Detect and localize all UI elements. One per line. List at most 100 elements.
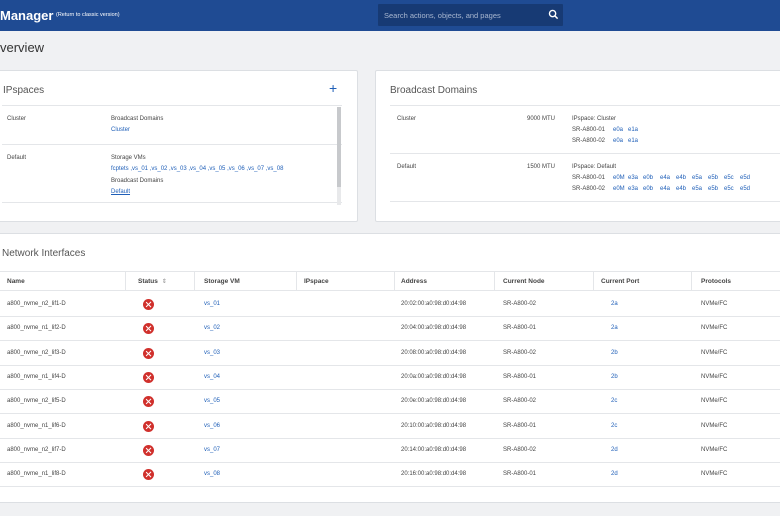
- address-value: 20:08:00:a0:98:d0:d4:98: [401, 349, 467, 356]
- storage-vm-link[interactable]: vs_02: [204, 317, 220, 340]
- port-link[interactable]: e5d: [740, 186, 750, 192]
- broadcast-domain-row: Default 1500 MTU IPspace: Default SR-A80…: [390, 154, 780, 202]
- column-header-address[interactable]: Address: [401, 272, 427, 291]
- port-link[interactable]: e4a: [660, 175, 670, 181]
- ipspaces-scrollbar-thumb[interactable]: [337, 107, 341, 187]
- app-title: Manager: [0, 8, 54, 23]
- ipspace-name: Cluster: [7, 116, 27, 122]
- column-header-status[interactable]: Status ⇕: [138, 272, 167, 291]
- node-name: SR-A800-02: [572, 186, 606, 192]
- interface-name: a800_nvme_n2_lif5-D: [7, 398, 66, 405]
- port-link[interactable]: e5d: [740, 175, 750, 181]
- port-link[interactable]: e0M: [613, 186, 625, 192]
- storage-vm-link[interactable]: vs_08: [204, 463, 220, 486]
- current-port-link[interactable]: 2d: [611, 463, 618, 486]
- storage-vm-link[interactable]: vs_01: [204, 293, 220, 316]
- broadcast-domains-card: Broadcast Domains Cluster 9000 MTU IPspa…: [375, 70, 780, 222]
- port-link[interactable]: e5b: [708, 186, 718, 192]
- port-link[interactable]: e4b: [676, 175, 686, 181]
- port-link[interactable]: e5c: [724, 186, 734, 192]
- table-row[interactable]: a800_nvme_n2_lif5-D vs_05 20:0e:00:a0:98:d…: [0, 390, 780, 415]
- table-row[interactable]: a800_nvme_n1_lif6-D vs_06 20:10:00:a0:98:d…: [0, 415, 780, 439]
- column-header-current-port[interactable]: Current Port: [601, 272, 639, 291]
- broadcast-domain-ipspace: IPspace: Cluster: [572, 116, 617, 122]
- network-interfaces-title: Network Interfaces: [2, 248, 86, 259]
- current-node-value: SR-A800-02: [503, 398, 537, 405]
- global-search[interactable]: [378, 4, 563, 26]
- table-row[interactable]: a800_nvme_n2_lif7-D vs_07 20:14:00:a0:98:d…: [0, 439, 780, 463]
- current-port-link[interactable]: 2d: [611, 439, 618, 462]
- table-row[interactable]: a800_nvme_n1_lif2-D vs_02 20:04:00:a0:98:d…: [0, 317, 780, 342]
- port-link[interactable]: e0b: [643, 186, 653, 192]
- port-link[interactable]: e0a: [613, 127, 623, 133]
- port-link[interactable]: e1a: [628, 138, 638, 144]
- ipspaces-title: IPspaces: [3, 85, 45, 96]
- sort-icon[interactable]: ⇕: [162, 273, 167, 292]
- protocol-value: NVMe/FC: [701, 301, 728, 307]
- current-node-value: SR-A800-02: [503, 349, 537, 356]
- column-divider: [296, 272, 297, 291]
- protocol-value: NVMe/FC: [701, 373, 728, 380]
- port-link[interactable]: e5c: [724, 175, 734, 181]
- broadcast-domain-link[interactable]: Default: [111, 189, 130, 195]
- current-port-link[interactable]: 2c: [611, 415, 617, 438]
- search-icon[interactable]: [548, 9, 559, 20]
- current-port-link[interactable]: 2c: [611, 390, 617, 413]
- broadcast-domain-name: Default: [397, 164, 417, 170]
- current-port-link[interactable]: 2a: [611, 317, 618, 340]
- port-link[interactable]: e0b: [643, 175, 653, 181]
- port-link[interactable]: e3a: [628, 175, 638, 181]
- node-name: SR-A800-01: [572, 175, 606, 181]
- column-header-ipspace[interactable]: IPspace: [304, 272, 329, 291]
- table-row[interactable]: a800_nvme_n2_lif3-D vs_03 20:08:00:a0:98:d…: [0, 342, 780, 366]
- interface-name: a800_nvme_n1_lif6-D: [7, 422, 66, 429]
- column-header-name[interactable]: Name: [7, 272, 25, 291]
- port-link[interactable]: e1a: [628, 127, 638, 133]
- storage-vm-link[interactable]: vs_04: [204, 366, 220, 389]
- node-name: SR-A800-02: [572, 138, 606, 144]
- error-status-icon: [143, 347, 154, 359]
- table-row[interactable]: a800_nvme_n2_lif1-D vs_01 20:02:00:a0:98:d…: [0, 293, 780, 317]
- current-node-value: SR-A800-01: [503, 471, 537, 478]
- table-row[interactable]: a800_nvme_n1_lif8-D vs_08 20:16:00:a0:98:d…: [0, 463, 780, 488]
- column-divider: [125, 272, 126, 291]
- port-link[interactable]: e0M: [613, 175, 625, 181]
- storage-vm-link[interactable]: vs_06: [204, 415, 220, 438]
- search-input[interactable]: [384, 8, 544, 22]
- storage-vms-links[interactable]: fcptets ,vs_01 ,vs_02 ,vs_03 ,vs_04 ,vs_…: [111, 166, 283, 172]
- port-link[interactable]: e4b: [676, 186, 686, 192]
- broadcast-domains-table: Cluster 9000 MTU IPspace: Cluster SR-A80…: [390, 105, 780, 202]
- port-link[interactable]: e5a: [692, 175, 702, 181]
- broadcast-domain-link[interactable]: Cluster: [111, 127, 130, 133]
- protocol-value: NVMe/FC: [701, 398, 728, 405]
- table-row[interactable]: a800_nvme_n1_lif4-D vs_04 20:0a:00:a0:98:d…: [0, 366, 780, 390]
- port-link[interactable]: e5b: [708, 175, 718, 181]
- storage-vm-link[interactable]: vs_07: [204, 439, 220, 462]
- add-ipspace-icon[interactable]: +: [329, 81, 337, 95]
- column-header-current-node[interactable]: Current Node: [503, 272, 545, 291]
- error-status-icon: [143, 469, 154, 481]
- node-name: SR-A800-01: [572, 127, 606, 133]
- column-divider: [194, 272, 195, 291]
- current-node-value: SR-A800-01: [503, 325, 537, 332]
- table-header: Name Status ⇕ Storage VM IPspace Address …: [0, 271, 780, 291]
- error-status-icon: [143, 396, 154, 408]
- current-port-link[interactable]: 2b: [611, 366, 618, 389]
- protocol-value: NVMe/FC: [701, 471, 728, 478]
- current-port-link[interactable]: 2a: [611, 293, 618, 316]
- broadcast-domain-mtu: 1500 MTU: [527, 164, 556, 170]
- storage-vm-link[interactable]: vs_03: [204, 342, 220, 365]
- port-link[interactable]: e5a: [692, 186, 702, 192]
- classic-version-link[interactable]: (Return to classic version): [56, 12, 120, 18]
- column-header-protocols[interactable]: Protocols: [701, 272, 731, 291]
- column-header-storage-vm[interactable]: Storage VM: [204, 272, 240, 291]
- current-node-value: SR-A800-02: [503, 301, 537, 307]
- storage-vm-link[interactable]: vs_05: [204, 390, 220, 413]
- current-port-link[interactable]: 2b: [611, 342, 618, 365]
- address-value: 20:02:00:a0:98:d0:d4:98: [401, 301, 467, 307]
- port-link[interactable]: e0a: [613, 138, 623, 144]
- interface-name: a800_nvme_n2_lif7-D: [7, 446, 66, 453]
- port-link[interactable]: e3a: [628, 186, 638, 192]
- interface-name: a800_nvme_n1_lif4-D: [7, 373, 66, 380]
- port-link[interactable]: e4a: [660, 186, 670, 192]
